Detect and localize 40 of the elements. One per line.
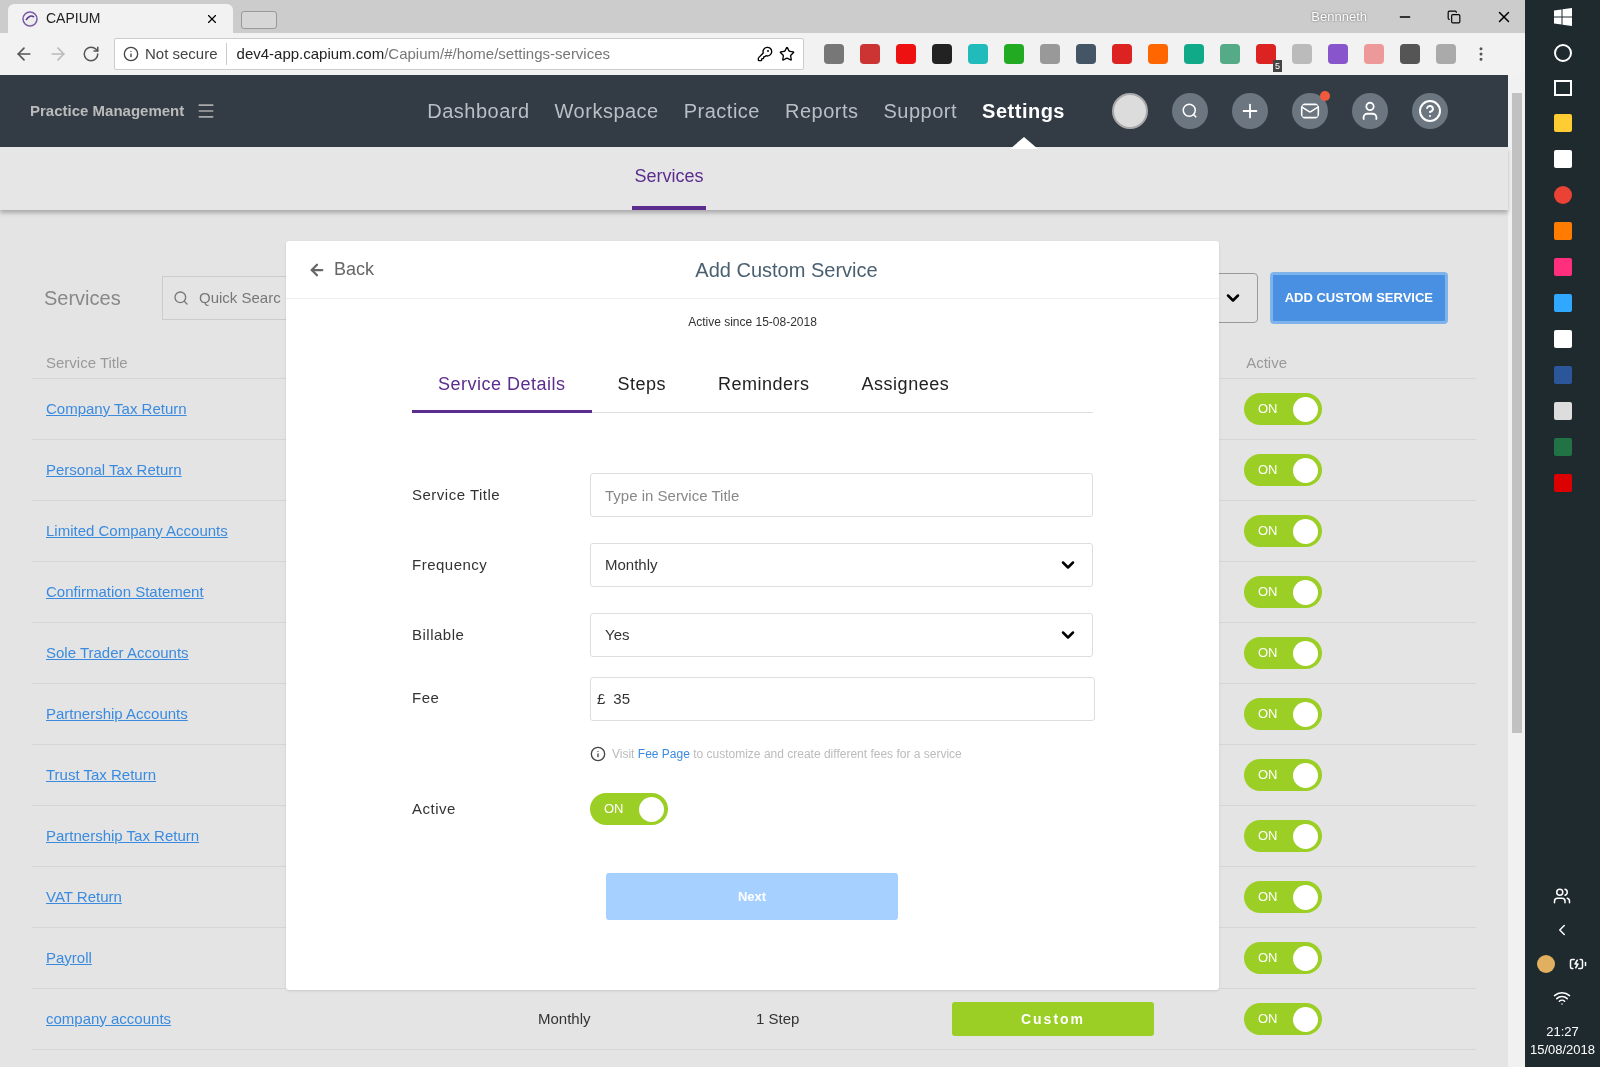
nav-link[interactable]: Workspace bbox=[554, 97, 659, 125]
clock-date[interactable]: 15/08/2018 bbox=[1529, 1041, 1596, 1059]
select-field[interactable]: Monthly bbox=[590, 543, 1093, 587]
extension-badge: 5 bbox=[1273, 60, 1282, 72]
column-header: Active bbox=[1246, 353, 1287, 374]
nav-link[interactable]: Dashboard bbox=[427, 97, 530, 125]
nav-link[interactable]: Support bbox=[883, 97, 958, 125]
address-bar[interactable]: Not secure dev4-app.capium.com/Capium/#/home/settings-services bbox=[114, 38, 804, 70]
tab-title: CAPIUM bbox=[46, 9, 102, 28]
frequency-text: Monthly bbox=[538, 1008, 592, 1029]
url-text: dev4-app.capium.com/Capium/#/home/settings-services bbox=[235, 43, 612, 64]
hint-text: Visit Fee Page to customize and create different fees for a service bbox=[612, 746, 962, 763]
steps-text: 1 Step bbox=[756, 1008, 801, 1029]
dialog-title: Add Custom Service bbox=[695, 257, 878, 283]
dialog-tab[interactable]: Steps bbox=[591, 371, 693, 413]
dialog-tab[interactable]: Assignees bbox=[835, 371, 976, 413]
clock-time[interactable]: 21:27 bbox=[1546, 1023, 1579, 1041]
field-label: Frequency bbox=[412, 554, 489, 575]
nav-link[interactable]: Settings bbox=[982, 97, 1065, 125]
fee-field[interactable]: £ 35 bbox=[590, 677, 1095, 721]
fee-page-link[interactable]: Fee Page bbox=[637, 747, 690, 761]
dialog-tab[interactable]: Reminders bbox=[692, 371, 836, 413]
field-label: Service Title bbox=[412, 484, 502, 505]
column-header: Service Title bbox=[46, 353, 128, 374]
select-field[interactable]: Yes bbox=[590, 613, 1093, 657]
brand-name: Practice Management bbox=[30, 100, 185, 121]
add-custom-service-button[interactable]: ADD CUSTOM SERVICE bbox=[1269, 272, 1448, 324]
active-since-text: Active since 15-08-2018 bbox=[688, 314, 817, 331]
nav-link[interactable]: Practice bbox=[683, 97, 760, 125]
nav-link[interactable]: Reports bbox=[785, 97, 859, 125]
type-tag: Custom bbox=[952, 1002, 1154, 1036]
field-label: Billable bbox=[412, 624, 466, 645]
browser-tab[interactable]: CAPIUM bbox=[8, 4, 233, 33]
service-title-field[interactable]: Type in Service Title bbox=[590, 473, 1093, 517]
subnav-tab[interactable]: Services bbox=[632, 147, 706, 210]
page-title: Services bbox=[44, 286, 122, 311]
field-label: Active bbox=[412, 798, 457, 819]
field-label: Fee bbox=[412, 688, 441, 708]
security-label: Not secure bbox=[145, 42, 227, 66]
dialog-tab[interactable]: Service Details bbox=[412, 371, 592, 413]
